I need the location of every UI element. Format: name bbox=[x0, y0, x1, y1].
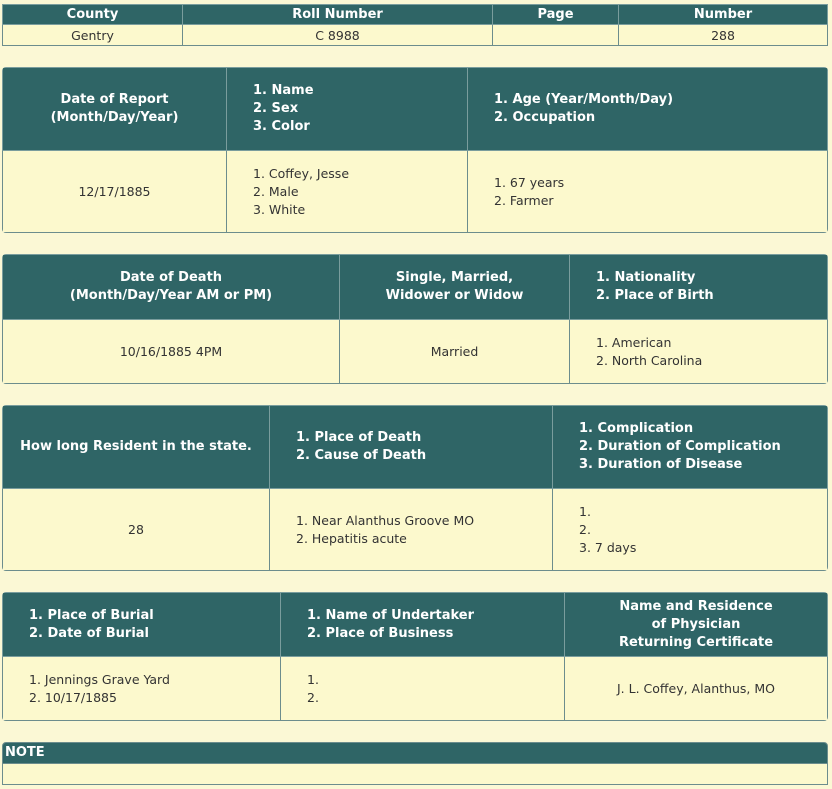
number-header: Number bbox=[618, 4, 828, 25]
physician-header: Name and Residence of Physician Returning … bbox=[564, 592, 828, 657]
age-occupation-header: 1. Age (Year/Month/Day) 2. Occupation bbox=[467, 67, 828, 151]
roll-number-value: C 8988 bbox=[182, 24, 493, 46]
place-cause-of-death-header: 1. Place of Death 2. Cause of Death bbox=[269, 405, 553, 489]
page-header: Page bbox=[492, 4, 619, 25]
complication-value: 1. 2. 3. 7 days bbox=[552, 488, 828, 571]
physician-value: J. L. Coffey, Alanthus, MO bbox=[564, 656, 828, 721]
cause-section: How long Resident in the state. 1. Place… bbox=[2, 405, 828, 571]
undertaker-header: 1. Name of Undertaker 2. Place of Busines… bbox=[280, 592, 565, 657]
residence-duration-header: How long Resident in the state. bbox=[2, 405, 270, 489]
nationality-birthplace-header: 1. Nationality 2. Place of Birth bbox=[569, 254, 828, 320]
note-section: NOTE bbox=[2, 742, 828, 785]
place-cause-of-death-value: 1. Near Alanthus Groove MO 2. Hepatitis a… bbox=[269, 488, 553, 571]
burial-section: 1. Place of Burial 2. Date of Burial 1. N… bbox=[2, 592, 828, 721]
burial-value: 1. Jennings Grave Yard 2. 10/17/1885 bbox=[2, 656, 281, 721]
date-of-report-header: Date of Report (Month/Day/Year) bbox=[2, 67, 227, 151]
name-sex-color-value: 1. Coffey, Jesse 2. Male 3. White bbox=[226, 150, 468, 233]
burial-header: 1. Place of Burial 2. Date of Burial bbox=[2, 592, 281, 657]
residence-duration-value: 28 bbox=[2, 488, 270, 571]
note-label: NOTE bbox=[2, 742, 828, 764]
county-header: County bbox=[2, 4, 183, 25]
marital-status-header: Single, Married, Widower or Widow bbox=[339, 254, 570, 320]
county-value: Gentry bbox=[2, 24, 183, 46]
nationality-birthplace-value: 1. American 2. North Carolina bbox=[569, 319, 828, 384]
report-section: Date of Report (Month/Day/Year) 1. Name 2.… bbox=[2, 67, 828, 233]
marital-status-value: Married bbox=[339, 319, 570, 384]
undertaker-value: 1. 2. bbox=[280, 656, 565, 721]
death-section: Date of Death (Month/Day/Year AM or PM) S… bbox=[2, 254, 828, 384]
name-sex-color-header: 1. Name 2. Sex 3. Color bbox=[226, 67, 468, 151]
complication-header: 1. Complication 2. Duration of Complicati… bbox=[552, 405, 828, 489]
date-of-death-header: Date of Death (Month/Day/Year AM or PM) bbox=[2, 254, 340, 320]
date-of-death-value: 10/16/1885 4PM bbox=[2, 319, 340, 384]
note-text bbox=[2, 764, 828, 785]
record-header-table: County Roll Number Page Number Gentry C … bbox=[2, 4, 828, 46]
age-occupation-value: 1. 67 years 2. Farmer bbox=[467, 150, 828, 233]
roll-number-header: Roll Number bbox=[182, 4, 493, 25]
date-of-report-value: 12/17/1885 bbox=[2, 150, 227, 233]
number-value: 288 bbox=[618, 24, 828, 46]
page-value bbox=[492, 24, 619, 46]
